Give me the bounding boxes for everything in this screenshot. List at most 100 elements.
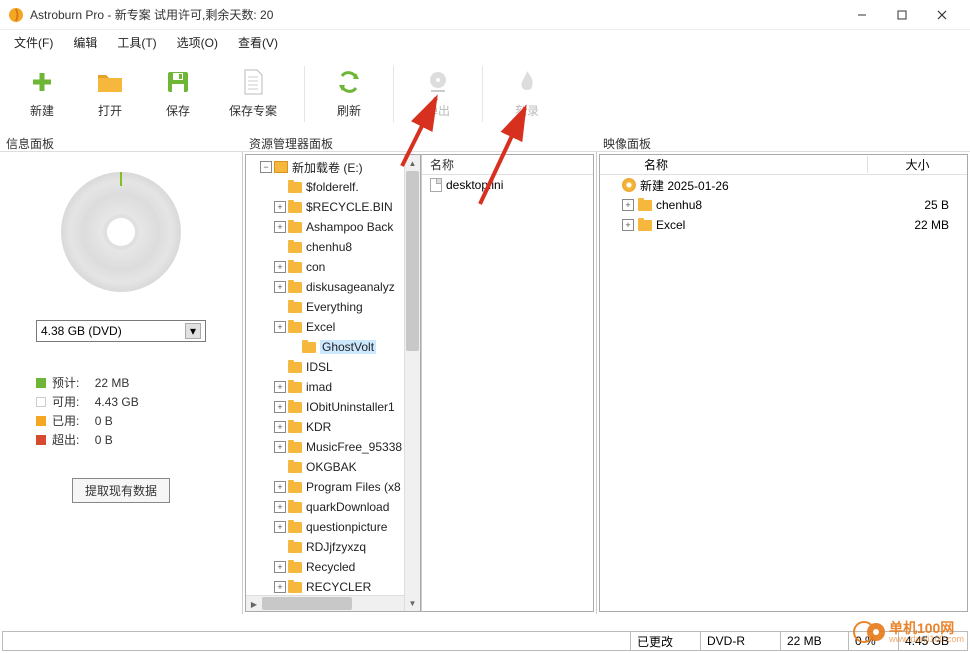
menu-view[interactable]: 查看(V)	[228, 31, 288, 54]
tree-horizontal-scrollbar[interactable]: ◀ ▶	[246, 595, 404, 611]
folder-icon	[288, 222, 302, 233]
folder-icon	[288, 562, 302, 573]
menubar: 文件(F) 编辑 工具(T) 选项(O) 查看(V)	[0, 30, 970, 54]
refresh-icon	[335, 68, 363, 96]
tree-folder[interactable]: +RECYCLER	[248, 577, 418, 597]
file-icon	[430, 178, 442, 192]
folder-icon	[96, 68, 124, 96]
swatch-estimated	[36, 378, 46, 388]
folder-icon	[288, 262, 302, 273]
tree-folder[interactable]: IDSL	[248, 357, 418, 377]
disc-icon	[622, 178, 636, 192]
tree-folder[interactable]: chenhu8	[248, 237, 418, 257]
tree-folder[interactable]: Everything	[248, 297, 418, 317]
file-list[interactable]: 名称 desktop.ini	[421, 154, 594, 612]
info-panel-label: 信息面板	[0, 134, 243, 151]
folder-icon	[288, 542, 302, 553]
tree-folder[interactable]: +Ashampoo Back	[248, 217, 418, 237]
folder-icon	[288, 322, 302, 333]
image-root-row[interactable]: 新建 2025-01-26	[600, 175, 967, 195]
status-used: 22 MB	[781, 632, 849, 650]
tree-folder[interactable]: +questionpicture	[248, 517, 418, 537]
folder-icon	[288, 282, 302, 293]
file-row[interactable]: desktop.ini	[422, 175, 593, 195]
tree-folder[interactable]: +quarkDownload	[248, 497, 418, 517]
document-icon	[239, 68, 267, 96]
folder-icon	[638, 220, 652, 231]
image-header-name[interactable]: 名称	[600, 156, 867, 173]
folder-icon	[302, 342, 316, 353]
menu-options[interactable]: 选项(O)	[167, 31, 228, 54]
scroll-up-button[interactable]: ▲	[405, 155, 420, 171]
tree-vertical-scrollbar[interactable]: ▲ ▼	[404, 155, 420, 611]
tree-folder[interactable]: +MusicFree_95338	[248, 437, 418, 457]
panel-headers: 信息面板 资源管理器面板 映像面板	[0, 134, 970, 152]
status-disc-type: DVD-R	[701, 632, 781, 650]
refresh-button[interactable]: 刷新	[315, 58, 383, 130]
tree-folder[interactable]: +con	[248, 257, 418, 277]
watermark-icon	[853, 615, 887, 649]
scroll-right-button[interactable]: ▶	[246, 596, 262, 612]
extract-data-button[interactable]: 提取现有数据	[72, 478, 170, 503]
folder-icon	[288, 482, 302, 493]
chevron-down-icon: ▾	[185, 323, 201, 339]
menu-edit[interactable]: 编辑	[63, 31, 107, 54]
tree-folder[interactable]: +$RECYCLE.BIN	[248, 197, 418, 217]
folder-tree[interactable]: −新加载卷 (E:)$folderelf.+$RECYCLE.BIN+Asham…	[245, 154, 421, 612]
eject-button[interactable]: 弹出	[404, 58, 472, 130]
image-panel-label: 映像面板	[597, 134, 970, 151]
swatch-available	[36, 397, 46, 407]
toolbar-separator	[482, 66, 483, 122]
image-item-row[interactable]: +chenhu825 B	[600, 195, 967, 215]
statusbar: 已更改 DVD-R 22 MB 0 % 4.45 GB	[2, 631, 968, 651]
tree-folder[interactable]: GhostVolt	[248, 337, 418, 357]
file-list-header-name[interactable]: 名称	[422, 155, 593, 175]
eject-icon	[424, 68, 452, 96]
scroll-down-button[interactable]: ▼	[405, 595, 420, 611]
maximize-button[interactable]	[882, 1, 922, 29]
toolbar-separator	[393, 66, 394, 122]
tree-folder[interactable]: OKGBAK	[248, 457, 418, 477]
image-item-row[interactable]: +Excel22 MB	[600, 215, 967, 235]
menu-file[interactable]: 文件(F)	[4, 31, 63, 54]
save-button[interactable]: 保存	[144, 58, 212, 130]
tree-root[interactable]: −新加载卷 (E:)	[248, 157, 418, 177]
tree-folder[interactable]: +IObitUninstaller1	[248, 397, 418, 417]
eject-label: 弹出	[426, 102, 450, 119]
image-header-size[interactable]: 大小	[867, 156, 967, 173]
toolbar: 新建 打开 保存 保存专案 刷新 弹出 刻录	[0, 54, 970, 134]
scroll-thumb[interactable]	[406, 171, 419, 351]
swatch-used	[36, 416, 46, 426]
save-project-label: 保存专案	[229, 102, 277, 119]
save-project-button[interactable]: 保存专案	[212, 58, 294, 130]
close-button[interactable]	[922, 1, 962, 29]
menu-tools[interactable]: 工具(T)	[107, 31, 166, 54]
folder-icon	[288, 382, 302, 393]
open-button[interactable]: 打开	[76, 58, 144, 130]
image-panel: 名称 大小 新建 2025-01-26 +chenhu825 B+Excel22…	[597, 152, 970, 614]
tree-folder[interactable]: +imad	[248, 377, 418, 397]
folder-icon	[288, 502, 302, 513]
minimize-button[interactable]	[842, 1, 882, 29]
tree-folder[interactable]: +Recycled	[248, 557, 418, 577]
tree-folder[interactable]: +diskusageanalyz	[248, 277, 418, 297]
hscroll-thumb[interactable]	[262, 597, 352, 610]
image-list-header: 名称 大小	[600, 155, 967, 175]
swatch-over	[36, 435, 46, 445]
capacity-select[interactable]: 4.38 GB (DVD) ▾	[36, 320, 206, 342]
tree-folder[interactable]: +Program Files (x8	[248, 477, 418, 497]
toolbar-separator	[304, 66, 305, 122]
explorer-panel-label: 资源管理器面板	[243, 134, 597, 151]
tree-folder[interactable]: RDJjfzyxzq	[248, 537, 418, 557]
refresh-label: 刷新	[337, 102, 361, 119]
new-button[interactable]: 新建	[8, 58, 76, 130]
info-panel: 4.38 GB (DVD) ▾ 预计: 22 MB 可用: 4.43 GB 已用…	[0, 152, 243, 614]
tree-folder[interactable]: +KDR	[248, 417, 418, 437]
folder-icon	[288, 462, 302, 473]
burn-label: 刻录	[515, 102, 539, 119]
folder-icon	[288, 422, 302, 433]
tree-folder[interactable]: +Excel	[248, 317, 418, 337]
tree-folder[interactable]: $folderelf.	[248, 177, 418, 197]
open-label: 打开	[98, 102, 122, 119]
burn-button[interactable]: 刻录	[493, 58, 561, 130]
